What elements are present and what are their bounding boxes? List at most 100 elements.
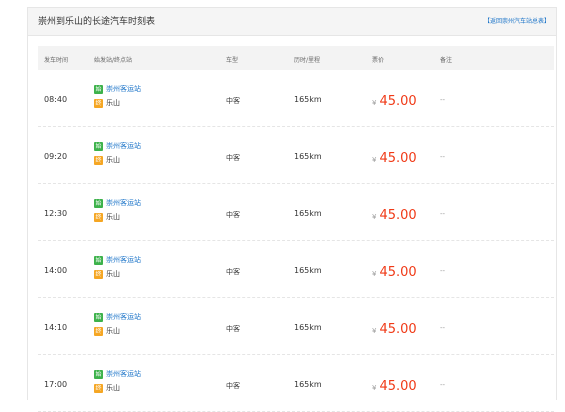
destination-name: 乐山 [106,213,120,221]
currency-symbol: ¥ [372,327,377,335]
panel-header: 崇州到乐山的长途汽车时刻表 【返回崇州汽车站总表】 [28,8,556,36]
origin-stop: 始 崇州客运站 [94,83,141,95]
route-cell: 始 崇州客运站 终 乐山 [94,368,141,396]
schedule-panel: 崇州到乐山的长途汽车时刻表 【返回崇州汽车站总表】 发车时间 始发站/终点站 车… [27,7,557,412]
origin-stop: 始 崇州客运站 [94,311,141,323]
vehicle-type: 中客 [226,154,240,162]
price-amount: 45.00 [379,379,417,394]
destination-stop: 终 乐山 [94,154,141,166]
destination-name: 乐山 [106,384,120,392]
destination-stop: 终 乐山 [94,268,141,280]
route-cell: 始 崇州客运站 终 乐山 [94,197,141,225]
vehicle-type: 中客 [226,268,240,276]
distance: 165km [294,266,322,275]
price-cell: ¥45.00 [372,147,417,166]
remarks: -- [440,96,446,104]
table-row: 17:00 始 崇州客运站 终 乐山 中客 165km ¥45.00 -- [38,355,554,412]
origin-station-link[interactable]: 崇州客运站 [106,141,141,151]
currency-symbol: ¥ [372,156,377,164]
table-header: 发车时间 始发站/终点站 车型 历时/里程 票价 备注 [38,46,554,70]
departure-time: 14:00 [44,266,68,275]
price-amount: 45.00 [379,265,417,280]
end-badge: 终 [94,383,103,393]
destination-name: 乐山 [106,156,120,164]
remarks: -- [440,324,446,332]
route-cell: 始 崇州客运站 终 乐山 [94,254,141,282]
origin-station-link[interactable]: 崇州客运站 [106,312,141,322]
page-title: 崇州到乐山的长途汽车时刻表 [38,17,156,27]
schedule-table: 发车时间 始发站/终点站 车型 历时/里程 票价 备注 08:40 始 崇州客运… [38,46,554,412]
end-badge: 终 [94,212,103,222]
origin-stop: 始 崇州客运站 [94,197,141,209]
start-badge: 始 [94,84,103,94]
departure-time: 14:10 [44,323,68,332]
currency-symbol: ¥ [372,270,377,278]
price-cell: ¥45.00 [372,90,417,109]
remarks: -- [440,267,446,275]
price-cell: ¥45.00 [372,375,417,394]
departure-time: 09:20 [44,152,68,161]
start-badge: 始 [94,312,103,322]
remarks: -- [440,381,446,389]
distance: 165km [294,95,322,104]
departure-time: 12:30 [44,209,68,218]
departure-time: 17:00 [44,380,68,389]
destination-name: 乐山 [106,327,120,335]
destination-name: 乐山 [106,99,120,107]
destination-stop: 终 乐山 [94,325,141,337]
header-vehicle-type: 车型 [226,57,239,64]
origin-station-link[interactable]: 崇州客运站 [106,198,141,208]
end-badge: 终 [94,326,103,336]
price-amount: 45.00 [379,151,417,166]
price-cell: ¥45.00 [372,204,417,223]
price-amount: 45.00 [379,208,417,223]
destination-stop: 终 乐山 [94,97,141,109]
route-cell: 始 崇州客运站 终 乐山 [94,83,141,111]
currency-symbol: ¥ [372,384,377,392]
origin-stop: 始 崇州客运站 [94,368,141,380]
start-badge: 始 [94,369,103,379]
table-row: 08:40 始 崇州客运站 终 乐山 中客 165km ¥45.00 -- [38,70,554,127]
departure-time: 08:40 [44,95,68,104]
back-to-station-list-link[interactable]: 【返回崇州汽车站总表】 [484,16,550,25]
origin-stop: 始 崇州客运站 [94,140,141,152]
start-badge: 始 [94,198,103,208]
price-cell: ¥45.00 [372,318,417,337]
table-row: 12:30 始 崇州客运站 终 乐山 中客 165km ¥45.00 -- [38,184,554,241]
start-badge: 始 [94,141,103,151]
end-badge: 终 [94,155,103,165]
distance: 165km [294,380,322,389]
distance: 165km [294,209,322,218]
origin-station-link[interactable]: 崇州客运站 [106,255,141,265]
origin-station-link[interactable]: 崇州客运站 [106,84,141,94]
vehicle-type: 中客 [226,382,240,390]
price-amount: 45.00 [379,94,417,109]
origin-stop: 始 崇州客运站 [94,254,141,266]
header-price: 票价 [372,57,385,64]
header-departure-time: 发车时间 [44,57,69,64]
header-duration-distance: 历时/里程 [294,57,321,64]
distance: 165km [294,152,322,161]
header-route: 始发站/终点站 [94,57,133,64]
vehicle-type: 中客 [226,211,240,219]
distance: 165km [294,323,322,332]
header-remarks: 备注 [440,57,453,64]
currency-symbol: ¥ [372,99,377,107]
price-amount: 45.00 [379,322,417,337]
remarks: -- [440,210,446,218]
currency-symbol: ¥ [372,213,377,221]
table-body: 08:40 始 崇州客运站 终 乐山 中客 165km ¥45.00 -- 09… [38,70,554,412]
remarks: -- [440,153,446,161]
table-row: 14:00 始 崇州客运站 终 乐山 中客 165km ¥45.00 -- [38,241,554,298]
destination-name: 乐山 [106,270,120,278]
table-row: 09:20 始 崇州客运站 终 乐山 中客 165km ¥45.00 -- [38,127,554,184]
end-badge: 终 [94,269,103,279]
origin-station-link[interactable]: 崇州客运站 [106,369,141,379]
route-cell: 始 崇州客运站 终 乐山 [94,140,141,168]
route-cell: 始 崇州客运站 终 乐山 [94,311,141,339]
start-badge: 始 [94,255,103,265]
table-row: 14:10 始 崇州客运站 终 乐山 中客 165km ¥45.00 -- [38,298,554,355]
destination-stop: 终 乐山 [94,382,141,394]
end-badge: 终 [94,98,103,108]
destination-stop: 终 乐山 [94,211,141,223]
